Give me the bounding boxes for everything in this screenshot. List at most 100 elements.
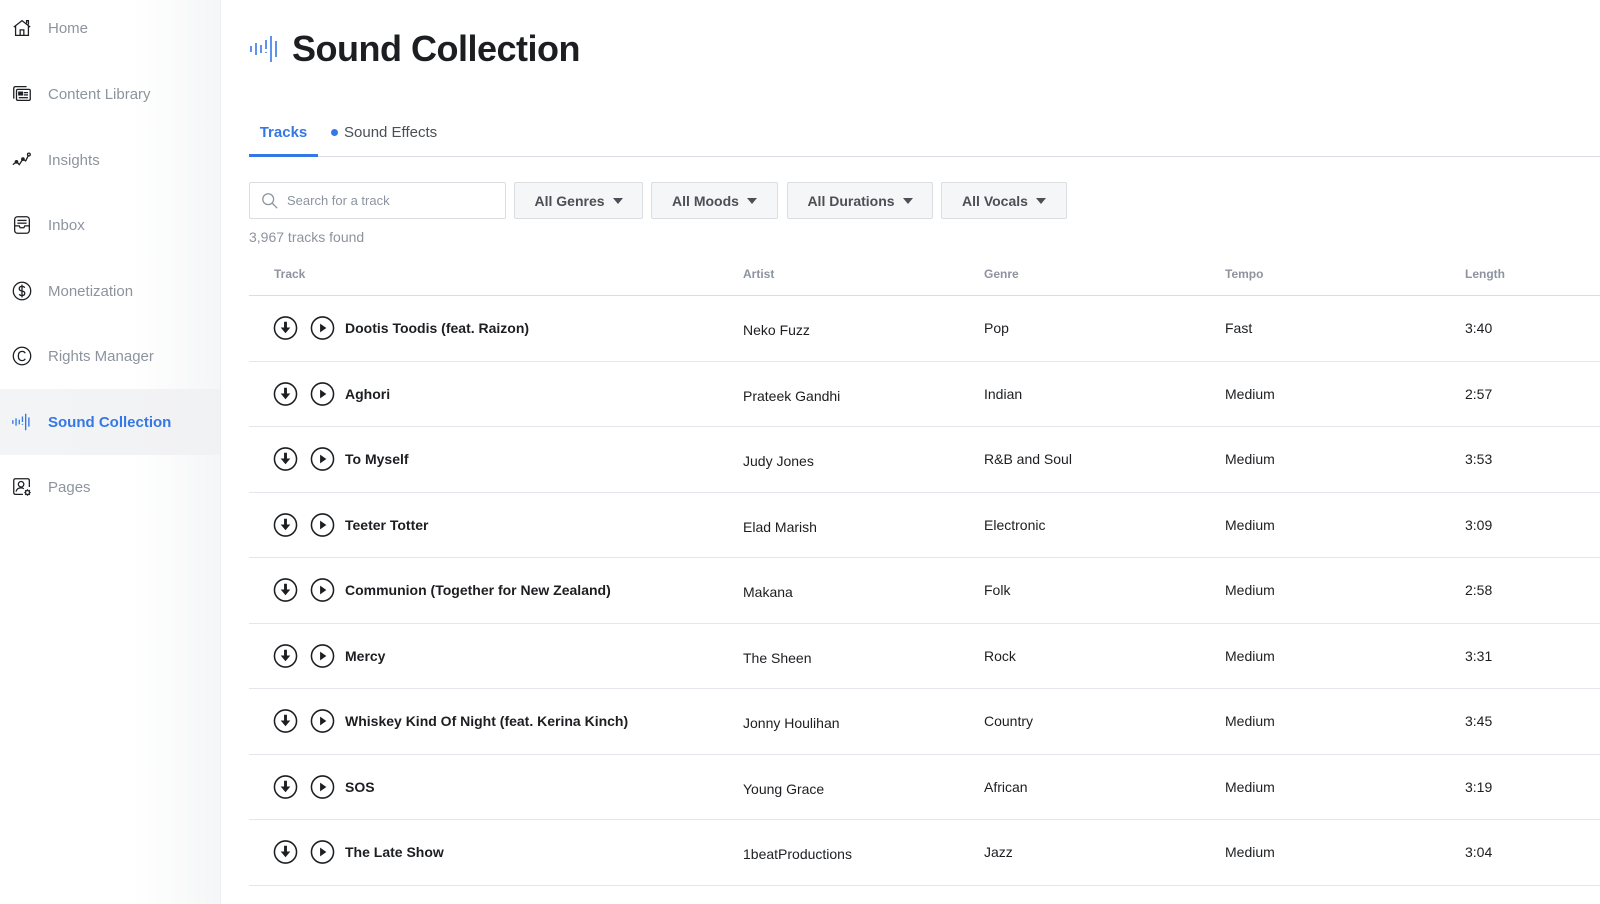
download-button[interactable]	[273, 774, 298, 799]
pages-icon	[11, 476, 33, 498]
table-row[interactable]: Dootis Toodis (feat. Raizon) Neko Fuzz P…	[249, 296, 1600, 362]
search-input[interactable]	[287, 193, 487, 208]
tab-tracks[interactable]: Tracks	[249, 108, 318, 157]
sidebar-item-label: Pages	[48, 478, 91, 496]
sidebar-item-label: Content Library	[48, 85, 151, 103]
track-length: 3:31	[1465, 647, 1493, 664]
play-button[interactable]	[310, 381, 335, 406]
track-title[interactable]: Whiskey Kind Of Night (feat. Kerina Kinc…	[345, 713, 628, 729]
table-row[interactable]: Aghori Prateek Gandhi Indian Medium 2:57	[249, 362, 1600, 427]
tab-bar: Tracks Sound Effects	[249, 108, 1600, 157]
vocals-filter-dropdown[interactable]: All Vocals	[941, 182, 1067, 219]
dropdown-label: All Durations	[807, 192, 895, 209]
track-genre: African	[984, 778, 1028, 795]
sidebar-item-monetization[interactable]: Monetization	[0, 258, 220, 324]
download-button[interactable]	[273, 381, 298, 406]
play-button[interactable]	[310, 840, 335, 865]
play-icon	[310, 643, 335, 668]
results-count: 3,967 tracks found	[249, 229, 365, 245]
tracks-table: Track Artist Genre Tempo Length Dootis T…	[249, 255, 1600, 886]
sidebar-item-content-library[interactable]: Content Library	[0, 61, 220, 127]
play-button[interactable]	[310, 774, 335, 799]
column-header-tempo[interactable]: Tempo	[1225, 267, 1263, 281]
track-tempo: Medium	[1225, 516, 1275, 533]
download-icon	[273, 316, 298, 341]
table-row[interactable]: Whiskey Kind Of Night (feat. Kerina Kinc…	[249, 689, 1600, 755]
sidebar-item-inbox[interactable]: Inbox	[0, 192, 220, 258]
track-length: 3:45	[1465, 713, 1493, 730]
table-row[interactable]: Mercy The Sheen Rock Medium 3:31	[249, 624, 1600, 689]
content-library-icon	[11, 83, 33, 105]
track-artist: The Sheen	[743, 649, 812, 666]
track-title[interactable]: SOS	[345, 779, 375, 795]
tab-label: Sound Effects	[344, 124, 438, 141]
search-field[interactable]	[249, 182, 506, 219]
table-row[interactable]: Communion (Together for New Zealand) Mak…	[249, 558, 1600, 624]
download-icon	[273, 643, 298, 668]
table-row[interactable]: The Late Show 1beatProductions Jazz Medi…	[249, 820, 1600, 886]
table-row[interactable]: To Myself Judy Jones R&B and Soul Medium…	[249, 427, 1600, 493]
column-header-genre[interactable]: Genre	[984, 267, 1019, 281]
play-button[interactable]	[310, 578, 335, 603]
track-tempo: Medium	[1225, 385, 1275, 402]
track-tempo: Medium	[1225, 713, 1275, 730]
play-icon	[310, 709, 335, 734]
duration-filter-dropdown[interactable]: All Durations	[787, 182, 933, 219]
download-button[interactable]	[273, 709, 298, 734]
download-button[interactable]	[273, 316, 298, 341]
table-row[interactable]: SOS Young Grace African Medium 3:19	[249, 755, 1600, 820]
track-length: 2:57	[1465, 385, 1493, 402]
sidebar-item-sound-collection[interactable]: Sound Collection	[0, 389, 220, 455]
sidebar-item-pages[interactable]: Pages	[0, 454, 220, 520]
play-button[interactable]	[310, 643, 335, 668]
dollar-icon	[11, 280, 33, 302]
track-title[interactable]: The Late Show	[345, 844, 444, 860]
soundwave-icon	[249, 34, 283, 64]
track-length: 2:58	[1465, 582, 1493, 599]
download-icon	[273, 578, 298, 603]
tab-sound-effects[interactable]: Sound Effects	[331, 108, 437, 157]
sidebar-item-rights-manager[interactable]: Rights Manager	[0, 323, 220, 389]
download-button[interactable]	[273, 578, 298, 603]
track-title[interactable]: Teeter Totter	[345, 517, 429, 533]
play-button[interactable]	[310, 512, 335, 537]
column-header-length[interactable]: Length	[1465, 267, 1505, 281]
sidebar-item-label: Monetization	[48, 282, 134, 300]
sidebar-item-home[interactable]: Home	[0, 0, 220, 61]
track-tempo: Medium	[1225, 844, 1275, 861]
play-icon	[310, 512, 335, 537]
track-artist: Neko Fuzz	[743, 322, 810, 339]
track-artist: Prateek Gandhi	[743, 387, 841, 404]
home-icon	[11, 17, 33, 39]
download-button[interactable]	[273, 840, 298, 865]
track-tempo: Medium	[1225, 582, 1275, 599]
dropdown-label: All Moods	[672, 192, 739, 209]
play-button[interactable]	[310, 447, 335, 472]
track-title[interactable]: Aghori	[345, 386, 390, 402]
table-row[interactable]: Teeter Totter Elad Marish Electronic Med…	[249, 493, 1600, 558]
sidebar-item-label: Rights Manager	[48, 347, 154, 365]
dropdown-label: All Genres	[534, 192, 605, 209]
inbox-icon	[11, 214, 33, 236]
play-button[interactable]	[310, 316, 335, 341]
track-title[interactable]: Dootis Toodis (feat. Raizon)	[345, 320, 529, 336]
sidebar-item-insights[interactable]: Insights	[0, 127, 220, 193]
track-title[interactable]: To Myself	[345, 451, 409, 467]
column-header-artist[interactable]: Artist	[743, 267, 774, 281]
mood-filter-dropdown[interactable]: All Moods	[651, 182, 778, 219]
play-button[interactable]	[310, 709, 335, 734]
sidebar: Home Content Library Insights Inbox Mone…	[0, 0, 221, 904]
track-artist: 1beatProductions	[743, 846, 852, 863]
column-header-track[interactable]: Track	[274, 267, 305, 281]
download-button[interactable]	[273, 512, 298, 537]
track-title[interactable]: Mercy	[345, 648, 385, 664]
track-genre: Rock	[984, 647, 1016, 664]
track-title[interactable]: Communion (Together for New Zealand)	[345, 582, 611, 598]
new-indicator-dot	[331, 129, 338, 136]
download-button[interactable]	[273, 643, 298, 668]
page-header: Sound Collection	[249, 28, 580, 70]
genre-filter-dropdown[interactable]: All Genres	[514, 182, 643, 219]
track-tempo: Fast	[1225, 320, 1253, 337]
caret-down-icon	[612, 197, 623, 204]
download-button[interactable]	[273, 447, 298, 472]
